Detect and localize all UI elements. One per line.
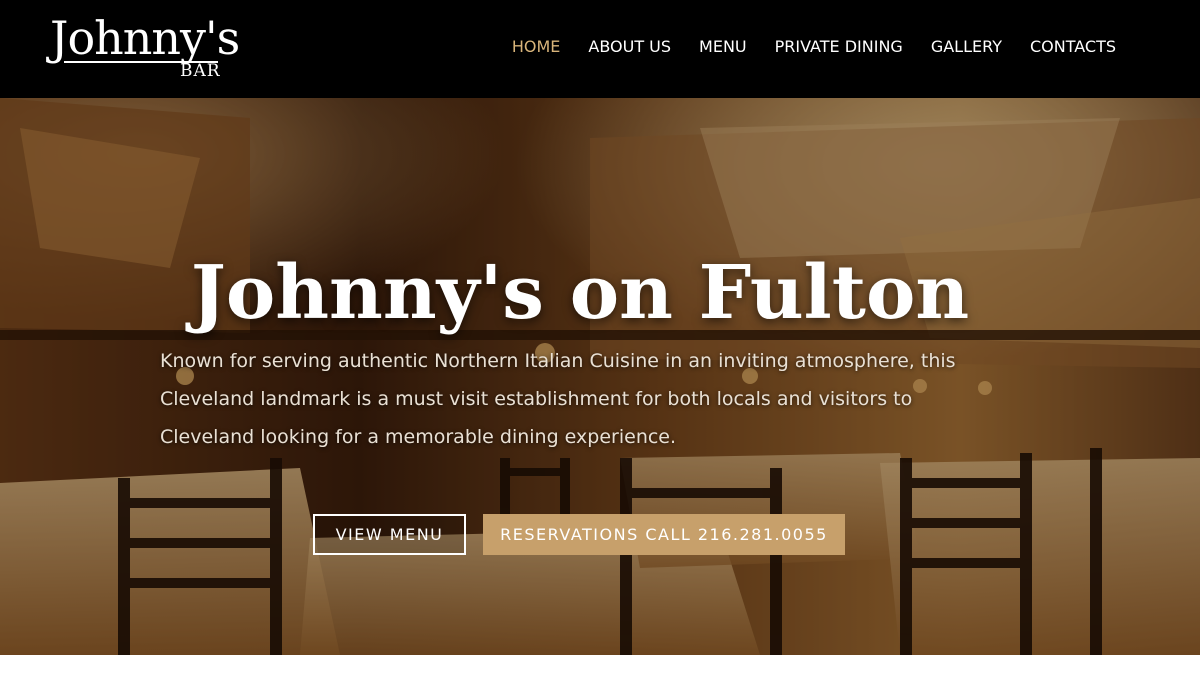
hero-description: Known for serving authentic Northern Ita… [160, 350, 956, 448]
reservations-button[interactable]: RESERVATIONS CALL 216.281.0055 [483, 514, 845, 555]
nav-home[interactable]: HOME [512, 36, 561, 58]
logo-subtitle: BAR [180, 61, 221, 81]
nav-private-dining[interactable]: PRIVATE DINING [775, 36, 903, 58]
nav-menu[interactable]: MENU [699, 36, 747, 58]
hero-title: Johnny's on Fulton [190, 249, 970, 336]
main-nav: HOME ABOUT US MENU PRIVATE DINING GALLER… [484, 36, 1116, 58]
hero-section: Johnny's on Fulton Known for serving aut… [0, 98, 1200, 655]
site-logo[interactable]: Johnny's BAR [48, 8, 240, 84]
view-menu-button[interactable]: VIEW MENU [313, 514, 466, 555]
nav-gallery[interactable]: GALLERY [931, 36, 1002, 58]
nav-contacts[interactable]: CONTACTS [1030, 36, 1116, 58]
logo-wordmark: Johnny's [50, 11, 240, 65]
top-navbar: Johnny's BAR HOME ABOUT US MENU PRIVATE … [0, 0, 1200, 98]
nav-about-us[interactable]: ABOUT US [588, 36, 671, 58]
